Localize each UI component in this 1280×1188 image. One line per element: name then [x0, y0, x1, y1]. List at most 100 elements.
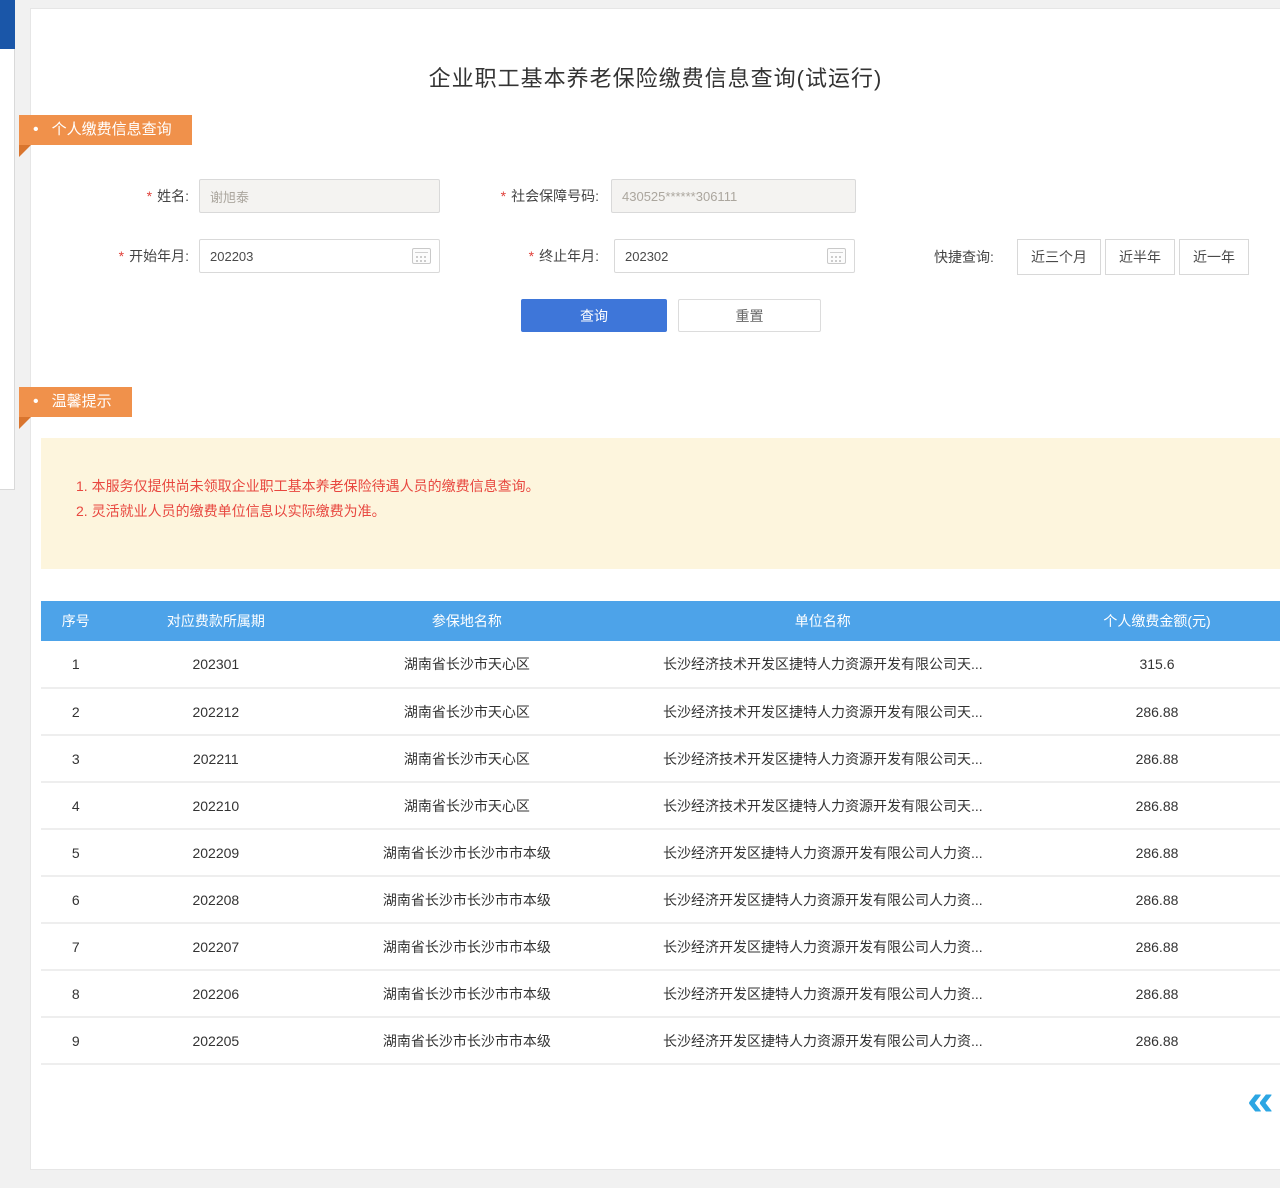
table-cell: 长沙经济技术开发区捷特人力资源开发有限公司天...	[613, 688, 1033, 735]
table-cell: 湖南省长沙市长沙市市本级	[321, 970, 612, 1017]
table-cell: 湖南省长沙市天心区	[321, 641, 612, 688]
table-cell: 湖南省长沙市天心区	[321, 782, 612, 829]
table-row: 3202211湖南省长沙市天心区长沙经济技术开发区捷特人力资源开发有限公司天..…	[41, 735, 1280, 782]
collapsed-sidebar-edge	[0, 0, 15, 490]
table-cell: 4	[41, 782, 110, 829]
table-row: 6202208湖南省长沙市长沙市市本级长沙经济开发区捷特人力资源开发有限公司人力…	[41, 876, 1280, 923]
table-header-cell: 个人缴费金额(元)	[1033, 601, 1280, 641]
table-cell: 202207	[110, 923, 321, 970]
table-cell: 长沙经济技术开发区捷特人力资源开发有限公司天...	[613, 641, 1033, 688]
table-cell: 3	[41, 735, 110, 782]
query-button[interactable]: 查询	[521, 299, 667, 332]
ssn-field	[611, 179, 856, 213]
table-cell: 长沙经济技术开发区捷特人力资源开发有限公司天...	[613, 735, 1033, 782]
ssn-label: *社会保障号码:	[451, 179, 599, 213]
collapse-chevron-icon[interactable]: «	[1247, 1079, 1274, 1122]
name-field	[199, 179, 440, 213]
section-title: 温馨提示	[52, 387, 112, 417]
start-month-input[interactable]	[199, 239, 440, 273]
table-cell: 202212	[110, 688, 321, 735]
table-cell: 286.88	[1033, 923, 1280, 970]
quick-query-group: 近三个月 近半年 近一年	[1017, 239, 1249, 275]
calendar-icon[interactable]	[827, 248, 846, 264]
table-cell: 长沙经济技术开发区捷特人力资源开发有限公司天...	[613, 782, 1033, 829]
table-row: 8202206湖南省长沙市长沙市市本级长沙经济开发区捷特人力资源开发有限公司人力…	[41, 970, 1280, 1017]
table-cell: 1	[41, 641, 110, 688]
table-cell: 湖南省长沙市长沙市市本级	[321, 829, 612, 876]
quick-query-label: 快捷查询:	[934, 239, 994, 275]
table-header-cell: 参保地名称	[321, 601, 612, 641]
table-cell: 湖南省长沙市长沙市市本级	[321, 923, 612, 970]
quick-option-last-year[interactable]: 近一年	[1179, 239, 1249, 275]
section-header-tips: • 温馨提示	[19, 387, 132, 417]
payment-table: 序号对应费款所属期参保地名称单位名称个人缴费金额(元) 1202301湖南省长沙…	[41, 601, 1280, 1065]
ribbon-fold-decoration	[19, 145, 31, 157]
end-month-input[interactable]	[614, 239, 855, 273]
page-title: 企业职工基本养老保险缴费信息查询(试运行)	[31, 61, 1280, 93]
table-cell: 315.6	[1033, 641, 1280, 688]
table-cell: 202211	[110, 735, 321, 782]
table-row: 4202210湖南省长沙市天心区长沙经济技术开发区捷特人力资源开发有限公司天..…	[41, 782, 1280, 829]
ribbon-fold-decoration	[19, 417, 31, 429]
tip-line-1: 1. 本服务仅提供尚未领取企业职工基本养老保险待遇人员的缴费信息查询。	[76, 474, 1261, 499]
table-cell: 202210	[110, 782, 321, 829]
table-header-cell: 序号	[41, 601, 110, 641]
table-cell: 长沙经济开发区捷特人力资源开发有限公司人力资...	[613, 923, 1033, 970]
table-cell: 湖南省长沙市长沙市市本级	[321, 1017, 612, 1064]
table-cell: 286.88	[1033, 829, 1280, 876]
table-cell: 8	[41, 970, 110, 1017]
table-cell: 202206	[110, 970, 321, 1017]
table-cell: 202208	[110, 876, 321, 923]
table-row: 2202212湖南省长沙市天心区长沙经济技术开发区捷特人力资源开发有限公司天..…	[41, 688, 1280, 735]
bullet-icon: •	[33, 115, 39, 145]
quick-option-last-half-year[interactable]: 近半年	[1105, 239, 1175, 275]
table-cell: 286.88	[1033, 876, 1280, 923]
end-month-field-wrap	[614, 239, 855, 273]
required-asterisk: *	[529, 248, 534, 264]
sidebar-active-marker	[0, 0, 15, 49]
table-cell: 湖南省长沙市天心区	[321, 735, 612, 782]
table-cell: 202301	[110, 641, 321, 688]
table-header-cell: 单位名称	[613, 601, 1033, 641]
required-asterisk: *	[119, 248, 124, 264]
table-row: 9202205湖南省长沙市长沙市市本级长沙经济开发区捷特人力资源开发有限公司人力…	[41, 1017, 1280, 1064]
table-cell: 202209	[110, 829, 321, 876]
table-cell: 286.88	[1033, 782, 1280, 829]
table-cell: 5	[41, 829, 110, 876]
main-panel: 企业职工基本养老保险缴费信息查询(试运行) • 个人缴费信息查询 *姓名: *社…	[30, 8, 1280, 1170]
required-asterisk: *	[147, 188, 152, 204]
table-body: 1202301湖南省长沙市天心区长沙经济技术开发区捷特人力资源开发有限公司天..…	[41, 641, 1280, 1064]
table-row: 1202301湖南省长沙市天心区长沙经济技术开发区捷特人力资源开发有限公司天..…	[41, 641, 1280, 688]
start-month-label: *开始年月:	[71, 239, 189, 273]
start-month-field-wrap	[199, 239, 440, 273]
table-cell: 202205	[110, 1017, 321, 1064]
table-cell: 6	[41, 876, 110, 923]
name-label: *姓名:	[71, 179, 189, 213]
table-cell: 9	[41, 1017, 110, 1064]
table-header-cell: 对应费款所属期	[110, 601, 321, 641]
required-asterisk: *	[501, 188, 506, 204]
table-cell: 7	[41, 923, 110, 970]
section-title: 个人缴费信息查询	[52, 115, 172, 145]
table-cell: 湖南省长沙市长沙市市本级	[321, 876, 612, 923]
tip-line-2: 2. 灵活就业人员的缴费单位信息以实际缴费为准。	[76, 499, 1261, 524]
table-cell: 286.88	[1033, 1017, 1280, 1064]
table-cell: 286.88	[1033, 688, 1280, 735]
reset-button[interactable]: 重置	[678, 299, 821, 332]
table-cell: 湖南省长沙市天心区	[321, 688, 612, 735]
table-cell: 长沙经济开发区捷特人力资源开发有限公司人力资...	[613, 970, 1033, 1017]
table-cell: 2	[41, 688, 110, 735]
table-cell: 286.88	[1033, 970, 1280, 1017]
table-cell: 长沙经济开发区捷特人力资源开发有限公司人力资...	[613, 829, 1033, 876]
calendar-icon[interactable]	[412, 248, 431, 264]
table-cell: 长沙经济开发区捷特人力资源开发有限公司人力资...	[613, 876, 1033, 923]
tips-box: 1. 本服务仅提供尚未领取企业职工基本养老保险待遇人员的缴费信息查询。 2. 灵…	[41, 438, 1280, 569]
table-row: 5202209湖南省长沙市长沙市市本级长沙经济开发区捷特人力资源开发有限公司人力…	[41, 829, 1280, 876]
end-month-label: *终止年月:	[451, 239, 599, 273]
table-cell: 286.88	[1033, 735, 1280, 782]
table-header-row: 序号对应费款所属期参保地名称单位名称个人缴费金额(元)	[41, 601, 1280, 641]
quick-option-last-3-months[interactable]: 近三个月	[1017, 239, 1101, 275]
table-row: 7202207湖南省长沙市长沙市市本级长沙经济开发区捷特人力资源开发有限公司人力…	[41, 923, 1280, 970]
table-cell: 长沙经济开发区捷特人力资源开发有限公司人力资...	[613, 1017, 1033, 1064]
bullet-icon: •	[33, 387, 39, 417]
